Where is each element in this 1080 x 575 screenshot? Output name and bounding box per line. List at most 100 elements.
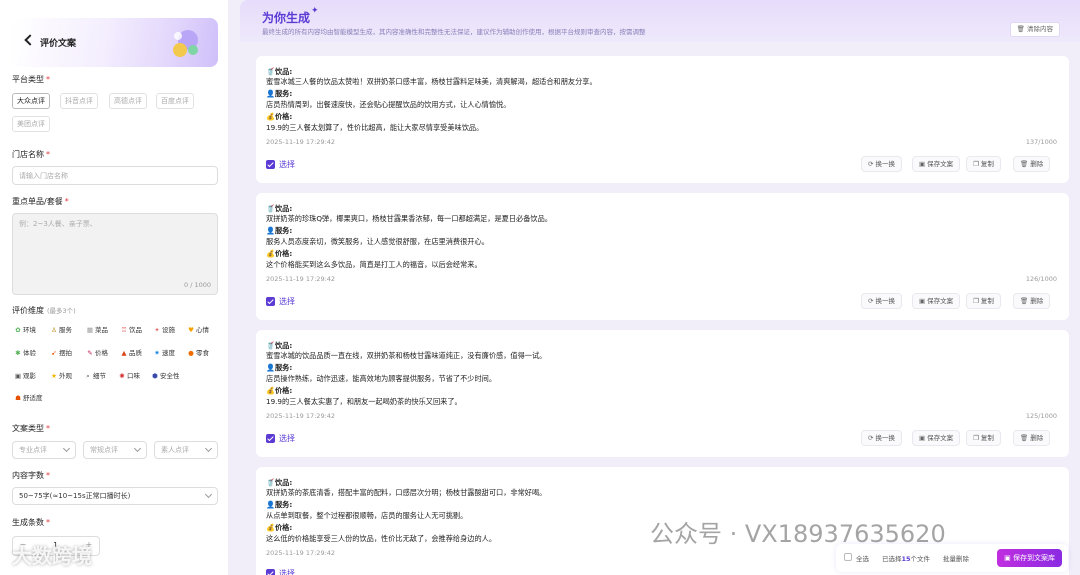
service-heading: 👤服务: [266,500,293,509]
dimension-snacks[interactable]: ● 零食 [187,346,209,360]
delete-button[interactable]: 🗑 删除 [1013,293,1051,309]
watermark-left: 大数跨境 [12,544,92,568]
result-card: 🥤饮品: 双拼奶茶的珍珠Q弹，椰果爽口，杨枝甘露果香浓郁，每一口都超满足，是夏日… [256,193,1069,320]
regenerate-button[interactable]: ⟳ 换一换 [861,293,902,309]
platform-chip-gaode[interactable]: 高德点评 [109,93,147,109]
film-icon: ▣ [14,372,22,380]
dimension-mood[interactable]: ♥ 心情 [187,323,209,337]
char-count: 126/1000 [1025,275,1057,283]
dimension-safety[interactable]: ⬢ 安全性 [151,369,179,383]
clear-content-button[interactable]: 🗑 清除内容 [1009,22,1060,37]
drink-text: 双拼奶茶的珍珠Q弹，椰果爽口，杨枝甘露果香浓郁，每一口都超满足，是夏日必备饮品。 [266,214,552,223]
dimension-quality[interactable]: ▲ 品质 [120,346,143,360]
save-copy-button[interactable]: ▣ 保存文案 [912,293,961,309]
select-label[interactable]: 选择 [279,433,295,444]
header-card: 评价文案 [12,18,218,67]
platform-chip-meituan[interactable]: 美团点评 [12,116,50,132]
item-textarea[interactable]: 例：2~3人餐、亲子票、 0 / 1000 [12,213,218,295]
person-icon: 👤 [266,89,275,98]
select-label[interactable]: 选择 [279,568,295,575]
dimension-comfort[interactable]: ☗ 舒适度 [14,391,42,405]
copy-type-regular[interactable]: 常规点评 [83,441,147,459]
dimension-environment[interactable]: ✿ 环境 [14,323,36,337]
sparkle-icon: ✦ [311,6,319,16]
drink-heading: 🥤饮品: [266,478,293,487]
money-bag-icon: 💰 [266,249,275,258]
dimension-details[interactable]: ⌕ 细节 [84,369,106,383]
platform-chip-douyin[interactable]: 抖音点评 [60,93,98,109]
dimension-facilities[interactable]: ✦ 设施 [153,323,175,337]
dimension-price[interactable]: ✎ 价格 [86,346,108,360]
price-heading: 💰价格: [266,523,293,532]
copy-button[interactable]: ❐ 复制 [966,430,1001,446]
select-checkbox[interactable] [266,297,275,306]
copy-icon: ❐ [973,297,979,305]
dimension-dishes[interactable]: ▦ 菜品 [86,323,108,337]
person-icon: 👤 [266,363,275,372]
regenerate-button[interactable]: ⟳ 换一换 [861,430,902,446]
dimension-speed[interactable]: ✷ 速度 [153,346,175,360]
cup-icon: 🥤 [266,341,275,350]
count-label: 生成条数 * [12,518,50,527]
char-count: 137/1000 [1025,138,1057,146]
copy-type-amateur[interactable]: 素人点评 [154,441,218,459]
platform-chip-baidu[interactable]: 百度点评 [156,93,194,109]
select-checkbox[interactable] [266,160,275,169]
regenerate-button[interactable]: ⟳ 换一换 [861,156,902,172]
star-icon: ★ [51,372,57,380]
dimension-movie[interactable]: ▣ 观影 [14,369,36,383]
dimension-taste[interactable]: ✺ 口味 [118,369,140,383]
copy-type-professional[interactable]: 专业点评 [12,441,76,459]
select-checkbox[interactable] [266,434,275,443]
back-arrow-icon[interactable] [24,34,36,46]
service-heading: 👤服务: [266,363,293,372]
copy-button[interactable]: ❐ 复制 [966,293,1001,309]
select-label[interactable]: 选择 [279,296,295,307]
price-text: 19.9的三人餐太实惠了，和朋友一起喝奶茶的快乐又回来了。 [266,397,462,406]
item-placeholder: 例：2~3人餐、亲子票、 [19,220,97,228]
result-card: 🥤饮品: 蜜雪冰城三人餐的饮品太赞啦！双拼奶茶口感丰富，杨枝甘露料足味美，清爽解… [256,56,1069,183]
price-heading: 💰价格: [266,386,293,395]
save-copy-button[interactable]: ▣ 保存文案 [912,430,961,446]
length-label: 内容字数 * [12,471,50,480]
delete-button[interactable]: 🗑 删除 [1013,156,1051,172]
dimension-photo[interactable]: ➹ 摆拍 [50,346,72,360]
save-to-library-button[interactable]: ▣ 保存到文案库 [997,549,1062,567]
sparkle-icon: ✱ [15,349,21,357]
length-select[interactable]: 50~75字(≈10~15s正常口播时长) [12,487,218,505]
dimension-appearance[interactable]: ★ 外观 [50,369,72,383]
selected-count: 已选择15个文件 [882,555,931,563]
person-icon: ♙ [51,326,57,334]
money-bag-icon: 💰 [266,112,275,121]
tag-icon: ✎ [87,349,93,357]
refresh-icon: ⟳ [868,434,874,442]
select-label[interactable]: 选择 [279,159,295,170]
person-icon: 👤 [266,226,275,235]
price-text: 这个价格能买到这么多饮品，简直是打工人的福音，以后会经常来。 [266,260,482,269]
service-text: 店员热情周到，出餐速度快，还会贴心提醒饮品的饮用方式，让人心情愉悦。 [266,100,511,109]
batch-delete-button[interactable]: 批量删除 [943,553,969,563]
store-name-input[interactable]: 请输入门店名称 [12,166,218,185]
timestamp: 2025-11-19 17:29:42 [266,412,336,420]
platform-chip-dianping[interactable]: 大众点评 [12,93,50,109]
service-text: 服务人员态度亲切，微笑服务，让人感觉很舒服，在店里消费很开心。 [266,237,489,246]
chevron-down-icon [204,444,213,453]
save-copy-button[interactable]: ▣ 保存文案 [912,156,961,172]
dimension-drinks[interactable]: ♖ 饮品 [120,323,142,337]
dimension-experience[interactable]: ✱ 体验 [14,346,36,360]
copy-type-label: 文案类型 * [12,424,50,433]
select-checkbox[interactable] [266,569,275,575]
item-label: 重点单品/套餐 * [12,197,69,206]
dimension-service[interactable]: ♙ 服务 [50,323,72,337]
chevron-down-icon [133,444,142,453]
result-title: 为你生成 [262,11,311,25]
select-all-checkbox[interactable] [844,553,852,561]
delete-button[interactable]: 🗑 删除 [1013,430,1051,446]
select-all-label[interactable]: 全选 [856,553,869,563]
drink-heading: 🥤饮品: [266,67,293,76]
facility-icon: ✦ [154,326,160,334]
save-icon: ▣ [1004,554,1013,562]
copy-button[interactable]: ❐ 复制 [966,156,1001,172]
chili-icon: ✺ [119,372,125,380]
decoration-icon [173,30,198,57]
